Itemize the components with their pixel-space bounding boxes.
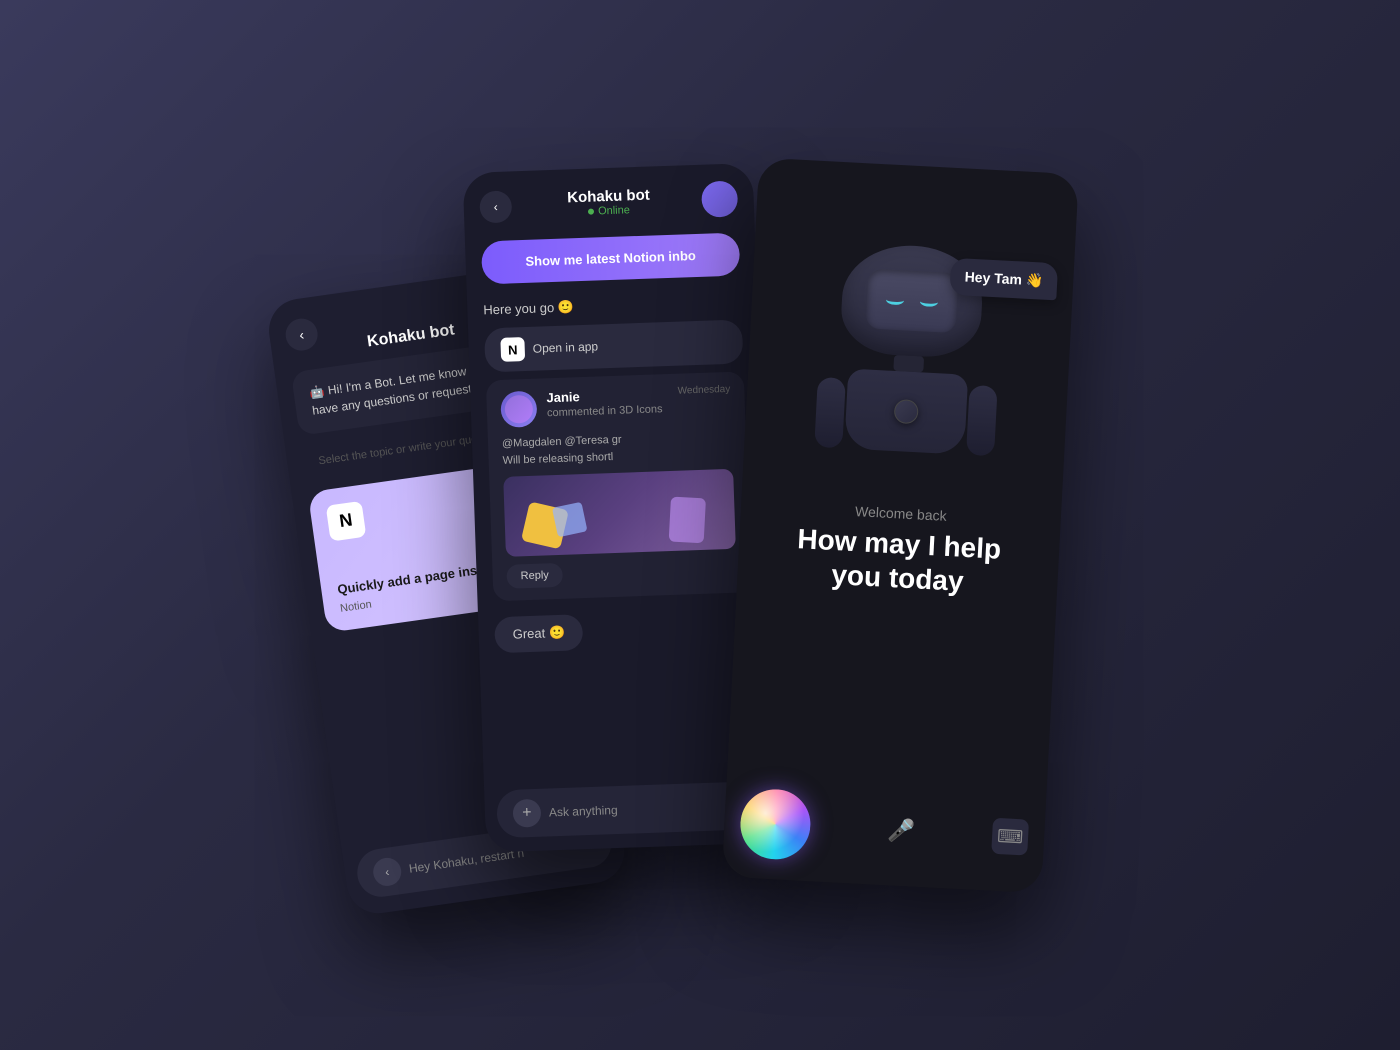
mid-here-you-go-text: Here you go 🙂 — [483, 299, 574, 318]
right-keyboard-icon[interactable]: ⌨ — [991, 818, 1029, 856]
mid-notification-card: Janie commented in 3D Icons Wednesday @M… — [486, 371, 752, 601]
cards-container: ‹ Kohaku bot 🤖 Hi! I'm a Bot. Let me kno… — [250, 125, 1150, 925]
mid-notif-avatar — [500, 391, 537, 428]
mid-status-text: Online — [598, 204, 630, 217]
mid-notif-image-shapes — [503, 469, 736, 557]
robot-section: Hey Tam 👋 — [743, 218, 1076, 494]
mid-great-btn[interactable]: Great 🙂 — [494, 614, 584, 653]
shape3 — [669, 497, 706, 544]
mid-notif-time: Wednesday — [677, 384, 730, 397]
robot-face — [866, 268, 959, 333]
mid-back-button[interactable]: ‹ — [479, 190, 512, 223]
mid-notif-action: commented in 3D Icons — [547, 403, 669, 419]
mid-notif-name-wrap: Janie commented in 3D Icons — [546, 386, 668, 419]
mid-bot-name: Kohaku bot — [567, 187, 650, 207]
robot-torso — [844, 369, 968, 455]
right-mic-icon[interactable]: 🎤 — [887, 817, 916, 844]
mid-notif-avatar-inner — [504, 395, 533, 424]
mid-back-icon: ‹ — [494, 199, 498, 213]
shape2 — [552, 502, 588, 538]
right-help-title: How may I helpyou today — [761, 520, 1036, 601]
robot-arm-left — [814, 377, 846, 448]
mid-header: ‹ Kohaku bot Online — [463, 163, 755, 234]
robot-neck — [893, 355, 924, 373]
robot-button-center — [894, 399, 919, 424]
mid-notif-body: @Magdalen @Teresa gr Will be releasing s… — [502, 428, 733, 469]
mid-title-wrap: Kohaku bot Online — [567, 187, 650, 219]
mid-notif-header: Janie commented in 3D Icons Wednesday — [500, 384, 731, 428]
mid-ask-input[interactable]: Ask anything — [549, 800, 719, 820]
mid-open-app-text: Open in app — [533, 339, 599, 355]
left-bottom-back-icon[interactable]: ‹ — [371, 856, 403, 888]
mid-plus-btn[interactable]: + — [512, 799, 541, 828]
right-greeting-bubble: Hey Tam 👋 — [950, 258, 1058, 301]
right-bottom-bar: 🎤 ⌨ — [722, 775, 1047, 894]
left-notion-icon: N — [326, 500, 367, 541]
mid-show-notion-btn[interactable]: Show me latest Notion inbo — [481, 232, 740, 284]
mid-reply-btn[interactable]: Reply — [506, 563, 563, 589]
robot-eye-right — [920, 296, 938, 307]
online-dot — [588, 209, 594, 215]
mid-notion-small-icon: N — [500, 337, 525, 362]
robot-eye-left — [886, 294, 904, 305]
right-orb-sphere[interactable] — [739, 788, 813, 862]
card-right: Hey Tam 👋 Welcome back How may I helpyou… — [722, 158, 1079, 894]
left-back-icon: ‹ — [298, 326, 305, 342]
mid-avatar — [701, 180, 738, 217]
mid-notif-name: Janie — [546, 386, 668, 405]
mid-open-in-app-btn[interactable]: N Open in app — [484, 319, 743, 372]
right-greeting-text: Hey Tam 👋 — [964, 269, 1043, 289]
mid-notif-image — [503, 469, 736, 557]
right-welcome-section: Welcome back How may I helpyou today — [736, 477, 1062, 619]
robot-arm-right — [966, 385, 998, 456]
